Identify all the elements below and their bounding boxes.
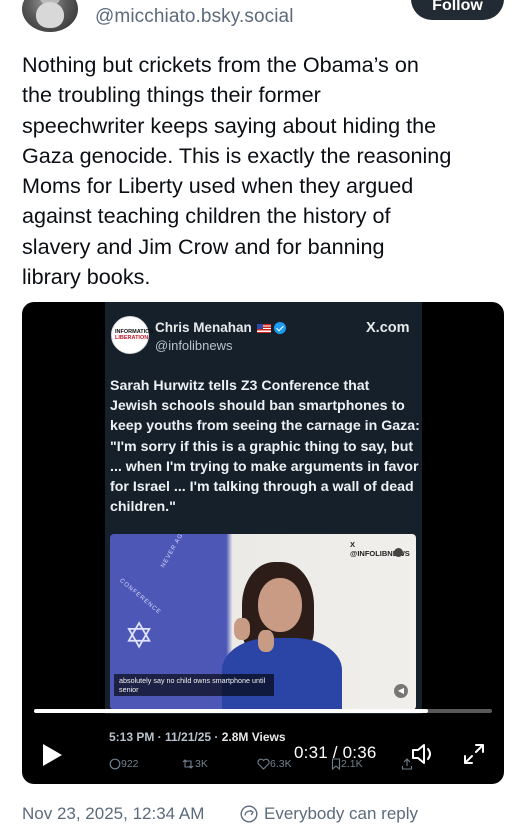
play-icon: [43, 744, 62, 766]
speaker-face: [258, 578, 302, 632]
inner-speaker-icon: ◀: [394, 684, 408, 698]
follow-button[interactable]: Follow: [411, 0, 504, 20]
tweet-author-handle: @infolibnews: [155, 338, 233, 353]
video-watermark: X @INFOLIBNEWS: [350, 540, 410, 558]
video-time: 0:31 / 0:36: [294, 743, 377, 762]
fullscreen-button[interactable]: [462, 742, 486, 766]
avatar-text-line2: LIBERATION: [115, 335, 149, 341]
reply-settings-icon: [240, 805, 258, 823]
video-caption: absolutely say no child owns smartphone …: [114, 674, 274, 696]
like-count: 6.3K: [257, 758, 292, 771]
video-player[interactable]: INFORMATION LIBERATION Chris Menahan @in…: [22, 302, 504, 784]
infolib-avatar: INFORMATION LIBERATION: [111, 316, 153, 354]
like-count-text: 6.3K: [270, 758, 292, 770]
reply-setting-label[interactable]: Everybody can reply: [264, 804, 418, 824]
banner-text-side: CONFERENCE: [118, 577, 162, 617]
star-of-david-icon: ✡: [124, 615, 155, 656]
us-flag-icon: [256, 323, 271, 333]
repost-icon: [182, 759, 194, 769]
volume-button[interactable]: [410, 741, 438, 767]
reply-count-text: 922: [121, 758, 139, 770]
author-avatar[interactable]: [22, 0, 78, 32]
post-timestamp[interactable]: Nov 23, 2025, 12:34 AM: [22, 804, 204, 824]
play-button[interactable]: [40, 742, 66, 768]
post-text: Nothing but crickets from the Obama’s on…: [22, 52, 452, 290]
tweet-meta-views: 2.8M Views: [221, 730, 286, 744]
video-progress-bar[interactable]: [34, 709, 492, 713]
speaker-right-hand: [258, 630, 274, 652]
reply-count: 922: [109, 758, 139, 771]
author-handle[interactable]: @micchiato.bsky.social: [95, 6, 294, 28]
watermark-icon: [394, 548, 403, 557]
volume-icon: [412, 744, 431, 764]
tweet-headline: Sarah Hurwitz tells Z3 Conference that J…: [110, 378, 420, 516]
video-frame: NEVER AGAIN CONFERENCE ✡ X @INFOLIBNEWS …: [110, 534, 416, 710]
tweet-author-name: Chris Menahan: [155, 320, 286, 335]
tweet-meta: 5:13 PM · 11/21/25 · 2.8M Views: [109, 730, 286, 744]
speaker-left-hand: [234, 618, 250, 640]
verified-badge-icon: [273, 322, 286, 335]
x-com-label: X.com: [366, 320, 410, 336]
repost-count: 3K: [181, 758, 208, 771]
repost-count-text: 3K: [195, 758, 208, 770]
avatar-beard: [36, 2, 64, 28]
embedded-tweet-card: INFORMATION LIBERATION Chris Menahan @in…: [105, 302, 422, 714]
tweet-author-name-text: Chris Menahan: [155, 320, 252, 335]
video-progress-fill: [34, 709, 428, 713]
reply-icon: [109, 758, 121, 770]
banner-text-top: NEVER AGAIN: [160, 534, 192, 569]
heart-icon: [257, 758, 270, 770]
fullscreen-icon: [464, 744, 484, 764]
tweet-meta-time: 5:13 PM · 11/21/25 ·: [109, 730, 222, 744]
